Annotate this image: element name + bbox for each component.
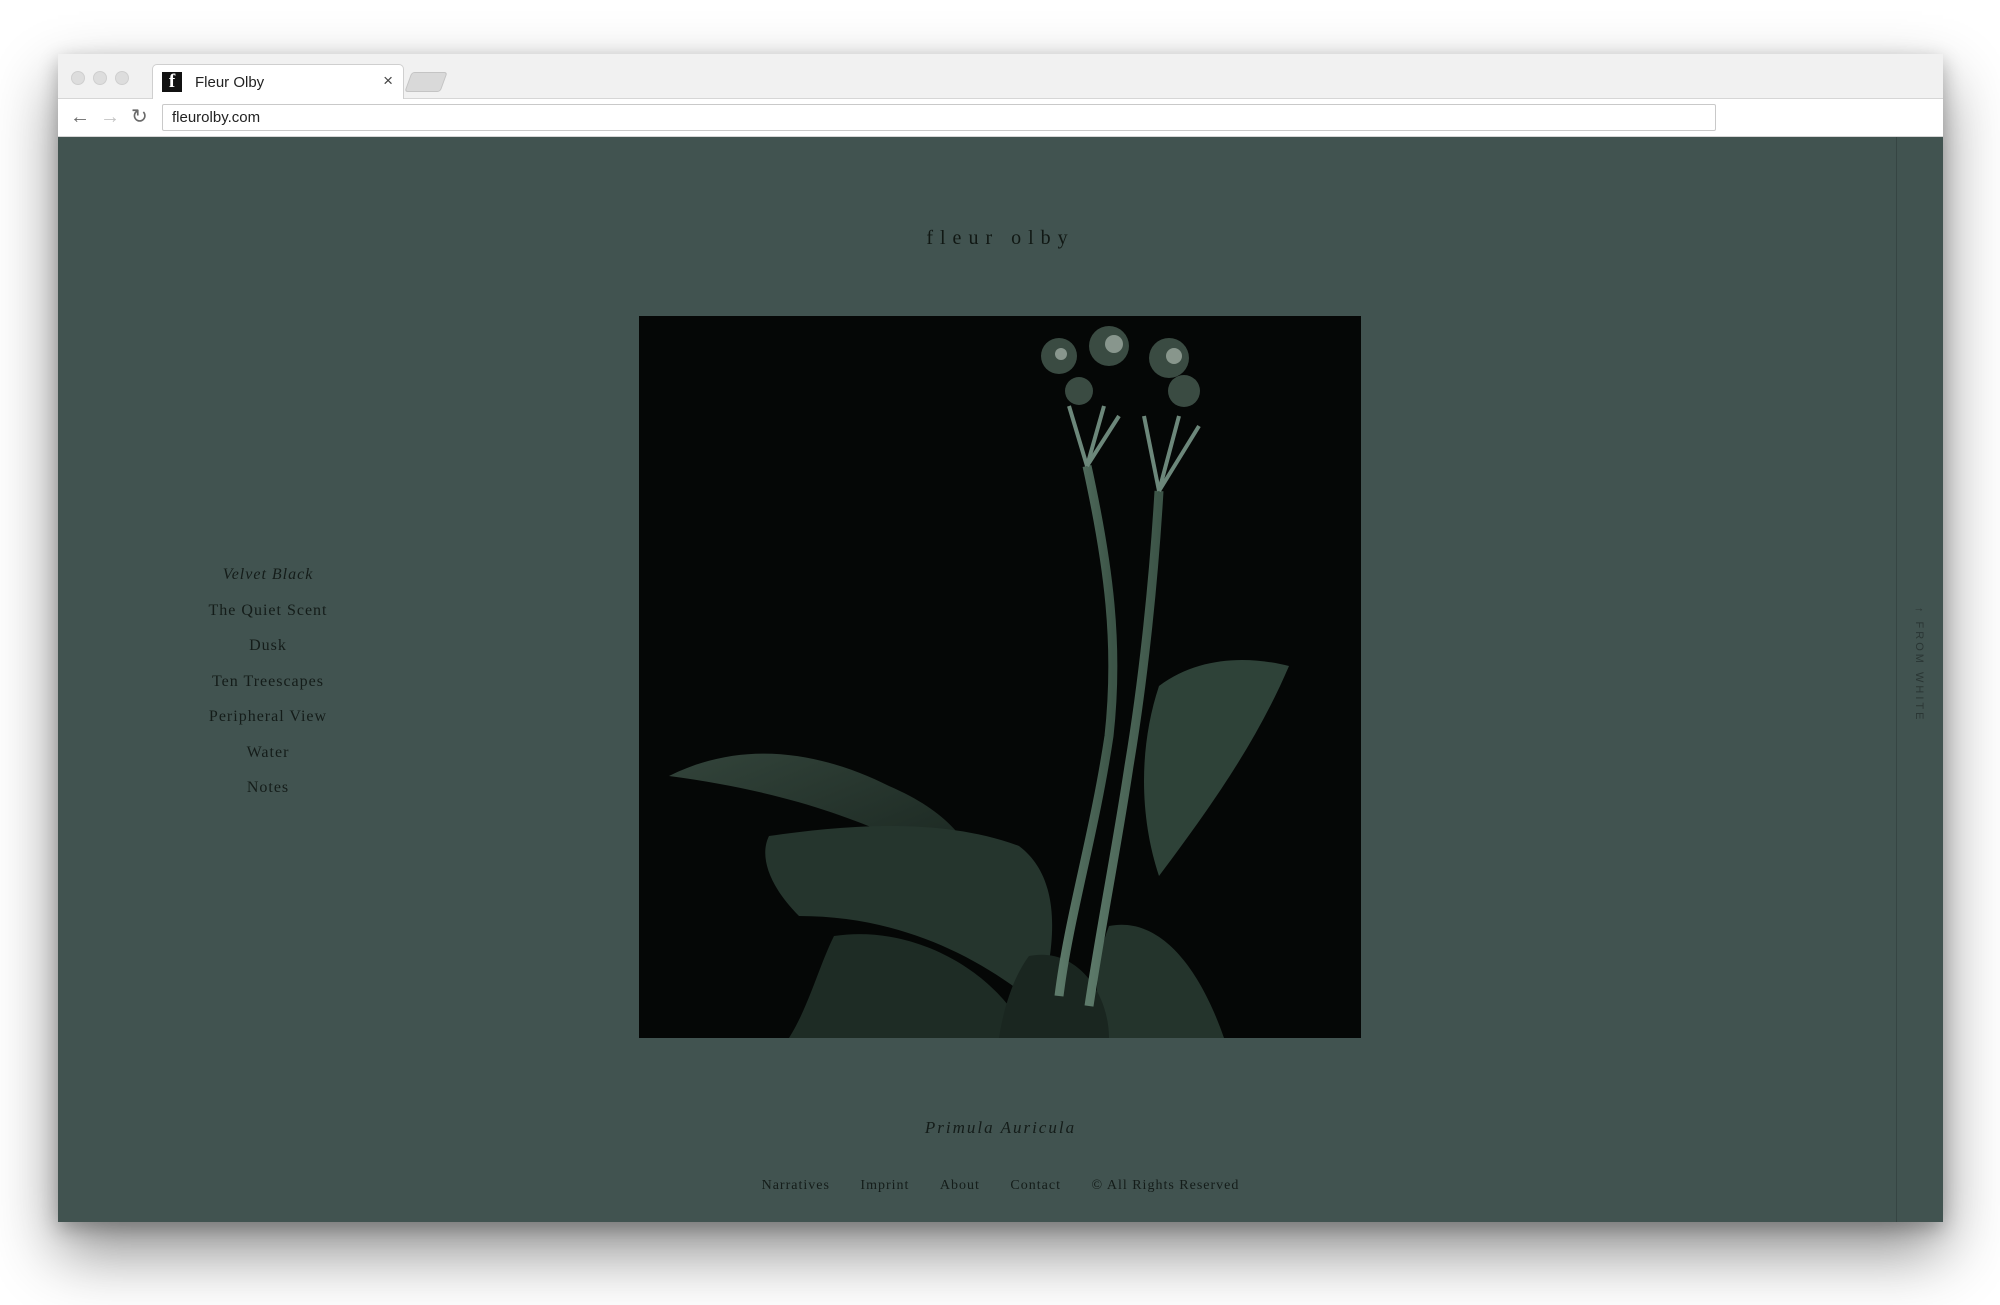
- side-nav: Velvet Black The Quiet Scent Dusk Ten Tr…: [168, 557, 368, 806]
- nav-item-ten-treescapes[interactable]: Ten Treescapes: [168, 664, 368, 700]
- nav-item-the-quiet-scent[interactable]: The Quiet Scent: [168, 593, 368, 629]
- footer: Narratives Imprint About Contact © All R…: [58, 1178, 1943, 1194]
- tab-title: Fleur Olby: [195, 74, 265, 91]
- browser-toolbar: ← → ↻ fleurolby.com: [58, 99, 1943, 137]
- address-bar[interactable]: fleurolby.com: [162, 104, 1716, 131]
- reload-icon[interactable]: ↻: [131, 105, 148, 129]
- minimize-window-dot[interactable]: [93, 71, 107, 85]
- favicon-icon: f: [162, 72, 182, 92]
- footer-link-narratives[interactable]: Narratives: [762, 1178, 830, 1194]
- footer-link-contact[interactable]: Contact: [1010, 1178, 1061, 1194]
- from-white-link[interactable]: ↑ FROM WHITE: [1913, 607, 1925, 722]
- flower-illustration: [639, 316, 1361, 1038]
- nav-item-notes[interactable]: Notes: [168, 770, 368, 806]
- back-icon[interactable]: ←: [70, 105, 90, 129]
- tab-close-icon[interactable]: ×: [383, 71, 393, 91]
- nav-item-peripheral-view[interactable]: Peripheral View: [168, 699, 368, 735]
- close-window-dot[interactable]: [71, 71, 85, 85]
- new-tab-button[interactable]: [404, 72, 448, 92]
- footer-link-about[interactable]: About: [940, 1178, 980, 1194]
- nav-item-dusk[interactable]: Dusk: [168, 628, 368, 664]
- nav-item-velvet-black[interactable]: Velvet Black: [168, 557, 368, 593]
- copyright-text: © All Rights Reserved: [1091, 1178, 1240, 1193]
- forward-icon[interactable]: →: [100, 105, 120, 129]
- photo-caption: Primula Auricula: [924, 1118, 1077, 1137]
- maximize-window-dot[interactable]: [115, 71, 129, 85]
- browser-tab[interactable]: f Fleur Olby ×: [152, 64, 404, 99]
- right-divider: [1896, 137, 1897, 1222]
- flower-photo[interactable]: [639, 316, 1361, 1038]
- title-bar: f Fleur Olby ×: [58, 54, 1943, 99]
- footer-link-imprint[interactable]: Imprint: [860, 1178, 909, 1194]
- page-content: fleur olby Velvet Black The Quiet Scent …: [58, 137, 1943, 1222]
- browser-window: f Fleur Olby × ← → ↻ fleurolby.com fleur…: [58, 54, 1943, 1222]
- nav-item-water[interactable]: Water: [168, 735, 368, 771]
- site-title[interactable]: fleur olby: [58, 227, 1943, 250]
